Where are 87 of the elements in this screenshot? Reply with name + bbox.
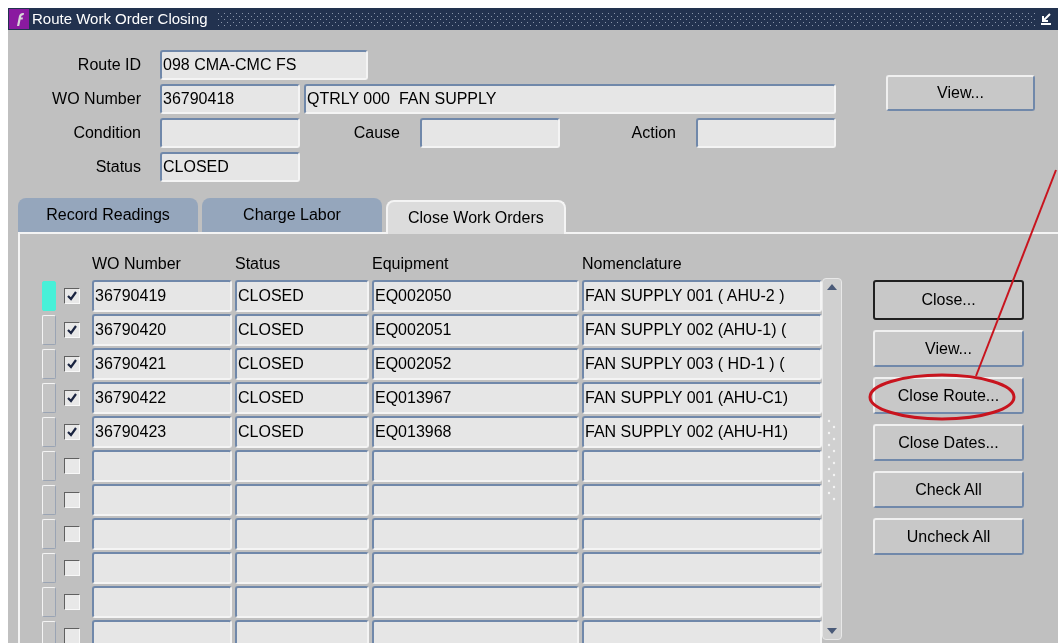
action-button[interactable]: Uncheck All [873, 518, 1024, 555]
table-cell[interactable]: EQ002052 [372, 348, 579, 380]
table-cell[interactable]: FAN SUPPLY 001 ( AHU-2 ) [582, 280, 822, 312]
table-cell[interactable] [582, 586, 822, 618]
checkbox[interactable] [64, 390, 80, 406]
table-cell[interactable]: 36790423 [92, 416, 232, 448]
text-field[interactable] [160, 118, 300, 148]
table-cell[interactable] [92, 450, 232, 482]
checkbox[interactable] [64, 560, 80, 576]
text-field[interactable]: 098 CMA-CMC FS [160, 50, 368, 80]
table-cell[interactable] [92, 484, 232, 516]
table-cell[interactable] [582, 484, 822, 516]
column-header: Equipment [372, 254, 450, 274]
table-cell[interactable]: EQ002051 [372, 314, 579, 346]
column-header: Status [235, 254, 282, 274]
table-cell[interactable]: EQ013968 [372, 416, 579, 448]
table-cell[interactable]: CLOSED [235, 280, 369, 312]
checkbox[interactable] [64, 424, 80, 440]
table-cell[interactable]: 36790421 [92, 348, 232, 380]
checkbox[interactable] [64, 526, 80, 542]
checkbox[interactable] [64, 628, 80, 643]
table-cell[interactable]: 36790419 [92, 280, 232, 312]
restore-icon[interactable] [1039, 12, 1053, 26]
table-cell[interactable] [372, 552, 579, 584]
field-label: Action [630, 123, 676, 143]
app-logo-icon [9, 9, 29, 29]
table-cell[interactable] [92, 552, 232, 584]
tab[interactable]: Close Work Orders [386, 200, 566, 234]
scrollbar[interactable] [822, 278, 842, 640]
table-cell[interactable] [372, 586, 579, 618]
table-cell[interactable]: CLOSED [235, 314, 369, 346]
table-cell[interactable] [235, 518, 369, 550]
action-button[interactable]: View... [873, 330, 1024, 367]
text-field[interactable] [420, 118, 560, 148]
table-cell[interactable] [235, 620, 369, 643]
table-cell[interactable] [372, 518, 579, 550]
table-cell[interactable]: FAN SUPPLY 002 (AHU-H1) [582, 416, 822, 448]
checkbox[interactable] [64, 594, 80, 610]
table-cell[interactable]: 36790420 [92, 314, 232, 346]
view-button[interactable]: View... [886, 75, 1035, 111]
table-cell[interactable] [372, 450, 579, 482]
table-cell[interactable] [235, 450, 369, 482]
table-cell[interactable] [92, 586, 232, 618]
text-field[interactable]: QTRLY 000 FAN SUPPLY [304, 84, 836, 114]
table-cell[interactable] [582, 552, 822, 584]
action-button[interactable]: Check All [873, 471, 1024, 508]
column-header: Nomenclature [582, 254, 683, 274]
field-label: Route ID [76, 55, 141, 75]
checkbox[interactable] [64, 288, 80, 304]
field-label: WO Number [51, 89, 141, 109]
table-cell[interactable]: 36790422 [92, 382, 232, 414]
checkbox[interactable] [64, 458, 80, 474]
window-title: Route Work Order Closing [32, 8, 208, 29]
text-field[interactable]: CLOSED [160, 152, 300, 182]
table-cell[interactable]: FAN SUPPLY 001 (AHU-C1) [582, 382, 822, 414]
table-cell[interactable] [582, 518, 822, 550]
field-label: Cause [352, 123, 400, 143]
field-label: Condition [72, 123, 141, 143]
action-button[interactable]: Close... [873, 280, 1024, 320]
table-cell[interactable] [92, 620, 232, 643]
table-cell[interactable] [92, 518, 232, 550]
tab[interactable]: Record Readings [18, 198, 198, 232]
table-cell[interactable]: FAN SUPPLY 002 (AHU-1) ( [582, 314, 822, 346]
table-cell[interactable] [235, 586, 369, 618]
table-cell[interactable]: EQ013967 [372, 382, 579, 414]
table-cell[interactable]: CLOSED [235, 416, 369, 448]
checkbox[interactable] [64, 356, 80, 372]
scroll-grip-icon[interactable] [827, 417, 837, 501]
table-cell[interactable]: FAN SUPPLY 003 ( HD-1 ) ( [582, 348, 822, 380]
checkbox[interactable] [64, 492, 80, 508]
table-cell[interactable]: CLOSED [235, 382, 369, 414]
table-cell[interactable]: CLOSED [235, 348, 369, 380]
action-button[interactable]: Close Dates... [873, 424, 1024, 461]
table-cell[interactable] [372, 484, 579, 516]
table-cell[interactable] [235, 552, 369, 584]
checkbox[interactable] [64, 322, 80, 338]
table-cell[interactable] [372, 620, 579, 643]
tab[interactable]: Charge Labor [202, 198, 382, 232]
table-cell[interactable] [582, 450, 822, 482]
text-field[interactable]: 36790418 [160, 84, 300, 114]
table-cell[interactable]: EQ002050 [372, 280, 579, 312]
action-button[interactable]: Close Route... [873, 377, 1024, 414]
column-header: WO Number [92, 254, 182, 274]
table-cell[interactable] [582, 620, 822, 643]
text-field[interactable] [696, 118, 836, 148]
field-label: Status [94, 157, 141, 177]
table-cell[interactable] [235, 484, 369, 516]
